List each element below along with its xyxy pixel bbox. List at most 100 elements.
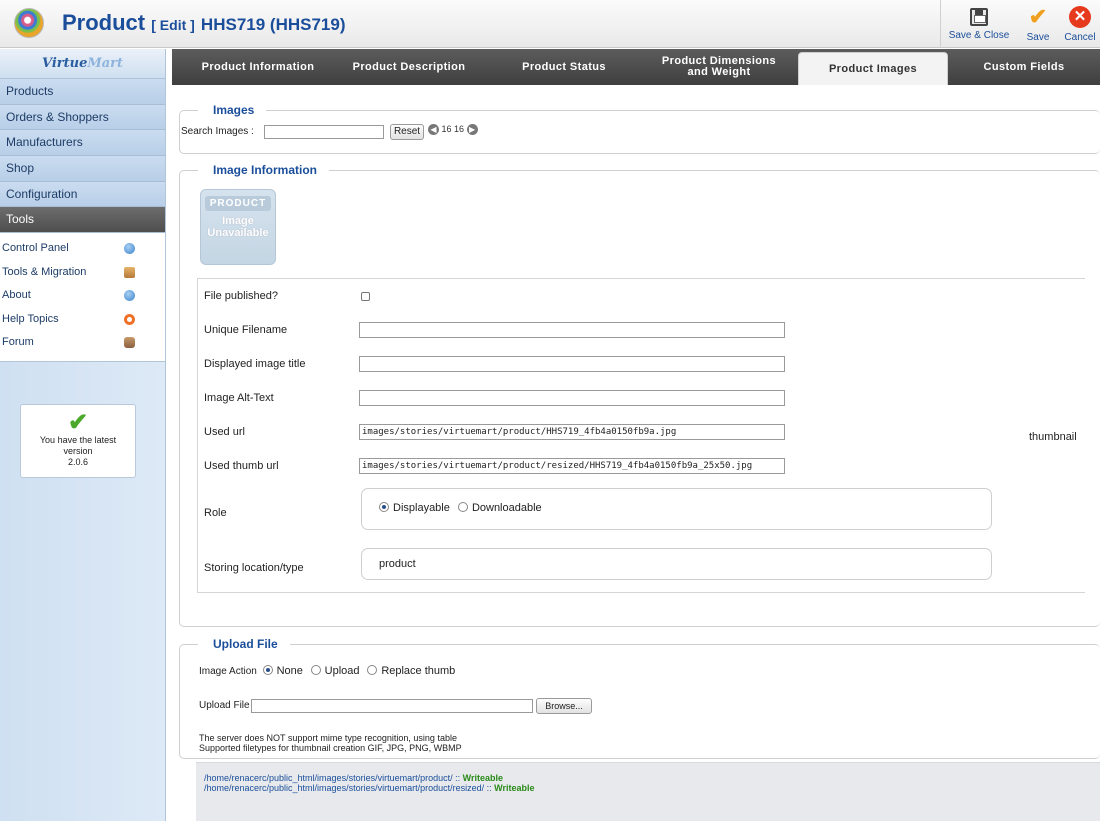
image-title-input[interactable] [359,356,785,372]
image-unavailable-placeholder: PRODUCT Image Unavailable [200,189,276,265]
path-row-product: /home/renacerc/public_html/images/storie… [204,773,1100,783]
cancel-button[interactable]: ✕ Cancel [1059,6,1100,43]
search-images-input[interactable] [264,125,384,139]
supported-filetypes-note: Supported filetypes for thumbnail creati… [199,743,462,753]
cancel-x-icon: ✕ [1069,6,1091,28]
role-displayable-radio[interactable] [379,502,389,512]
used-thumb-url-input[interactable]: images/stories/virtuemart/product/resize… [359,458,785,474]
people-icon [124,337,135,349]
submenu-item-forum[interactable]: Forum [0,331,165,355]
sidebar: VirtueMart Products Orders & Shoppers Ma… [0,49,166,821]
tab-product-status[interactable]: Product Status [474,49,654,85]
submenu-label: Control Panel [2,242,69,255]
sidebar-item-tools[interactable]: Tools [0,207,165,234]
image-action-upload-radio[interactable] [310,665,321,675]
submenu-item-tools-migration[interactable]: Tools & Migration [0,261,165,285]
used-thumb-url-label: Used thumb url [204,460,279,472]
tab-product-information[interactable]: Product Information [172,49,344,85]
image-action-none-label: None [276,665,303,677]
sidebar-item-shop[interactable]: Shop [0,156,165,182]
writeable-paths-box: /home/renacerc/public_html/images/storie… [196,762,1100,821]
save-button[interactable]: ✔ Save [1017,4,1059,44]
submenu-label: Forum [2,336,34,349]
virtuemart-logo-icon [14,8,44,38]
product-path: /home/renacerc/public_html/images/storie… [204,773,453,783]
submenu-label: About [2,289,31,302]
virtuemart-logo[interactable]: VirtueMart [0,49,165,79]
page-header: Product [ Edit ] HHS719 (HHS719) Save & … [0,0,1100,48]
version-number: 2.0.6 [67,457,89,467]
image-action-replace-thumb-label: Replace thumb [381,665,456,677]
image-info-panel: File published? Unique Filename Displaye… [197,278,1085,593]
path-separator: :: [452,773,463,783]
info-icon [124,290,135,302]
pagination-control: ◀ 16 16 ▶ [428,124,478,140]
resized-path: /home/renacerc/public_html/images/storie… [204,783,485,793]
tab-product-description[interactable]: Product Description [344,49,474,85]
submenu-label: Help Topics [2,312,59,325]
image-title-label: Displayed image title [204,358,306,370]
version-status-box: ✔ You have the latest version 2.0.6 [20,404,136,478]
image-action-label: Image Action [199,666,257,677]
tab-custom-fields[interactable]: Custom Fields [948,49,1100,85]
unique-filename-label: Unique Filename [204,324,288,336]
submenu-item-about[interactable]: About [0,284,165,308]
submenu-item-help-topics[interactable]: Help Topics [0,308,165,332]
save-label: Save [1026,32,1050,43]
image-action-group: Image Action None Upload Replace thumb [199,665,460,677]
page-title-main: Product [62,10,146,35]
writeable-status: Writeable [494,783,535,793]
role-label: Role [204,507,227,519]
search-images-label: Search Images : [181,126,254,137]
next-page-icon[interactable]: ▶ [466,124,478,136]
sidebar-item-orders-shoppers[interactable]: Orders & Shoppers [0,104,165,131]
role-downloadable-radio[interactable] [457,502,468,512]
used-url-input[interactable]: images/stories/virtuemart/product/HHS719… [359,424,785,440]
lifebuoy-icon [124,313,135,325]
page-title: Product [ Edit ] HHS719 (HHS719) [62,10,345,36]
placeholder-band: PRODUCT [205,196,271,211]
tab-product-dimensions-weight[interactable]: Product Dimensions and Weight [650,49,788,85]
checkmark-icon: ✔ [1028,4,1048,29]
image-action-none-radio[interactable] [262,665,273,675]
previous-page-icon[interactable]: ◀ [428,124,439,136]
tab-product-images[interactable]: Product Images [798,52,948,85]
reset-button[interactable]: Reset [390,124,424,140]
placeholder-line-2: Unavailable [207,227,269,239]
logo-main-text: Virtue [41,56,88,71]
logo-accent-text: Mart [87,56,124,71]
path-row-resized: /home/renacerc/public_html/images/storie… [204,783,1100,793]
version-line-1: You have the latest [39,435,117,445]
tools-submenu: Control Panel Tools & Migration About He… [0,233,165,362]
toolbar: Save & Close ✔ Save ✕ Cancel [940,0,1100,48]
image-information-legend: Image Information [198,163,330,177]
sidebar-item-products[interactable]: Products [0,79,165,105]
save-close-button[interactable]: Save & Close [941,6,1017,41]
image-action-replace-thumb-radio[interactable] [367,665,378,675]
save-close-label: Save & Close [948,30,1010,41]
submenu-label: Tools & Migration [2,265,87,278]
placeholder-line-1: Image [222,215,254,227]
alt-text-label: Image Alt-Text [204,392,274,404]
submenu-item-control-panel[interactable]: Control Panel [0,237,165,261]
file-published-checkbox[interactable] [361,292,370,301]
version-line-2: version [63,446,93,456]
role-downloadable-label: Downloadable [471,502,542,514]
box-icon [124,266,135,278]
page-size-a: 16 [441,124,452,134]
unique-filename-input[interactable] [359,322,785,338]
writeable-status: Writeable [462,773,503,783]
images-legend: Images [198,103,267,117]
sidebar-item-manufacturers[interactable]: Manufacturers [0,130,165,157]
image-action-upload-label: Upload [324,665,360,677]
browse-button[interactable]: Browse... [536,698,592,714]
file-published-label: File published? [204,290,278,302]
role-displayable-label: Displayable [393,502,450,514]
upload-file-fieldset: Upload File Image Action None Upload Rep… [179,637,1100,759]
sidebar-item-configuration[interactable]: Configuration [0,181,165,208]
upload-file-legend: Upload File [198,637,290,651]
alt-text-input[interactable] [359,390,785,406]
upload-file-input[interactable] [251,699,533,713]
upload-file-label: Upload File [199,700,250,711]
storing-location-value: product [361,548,992,580]
